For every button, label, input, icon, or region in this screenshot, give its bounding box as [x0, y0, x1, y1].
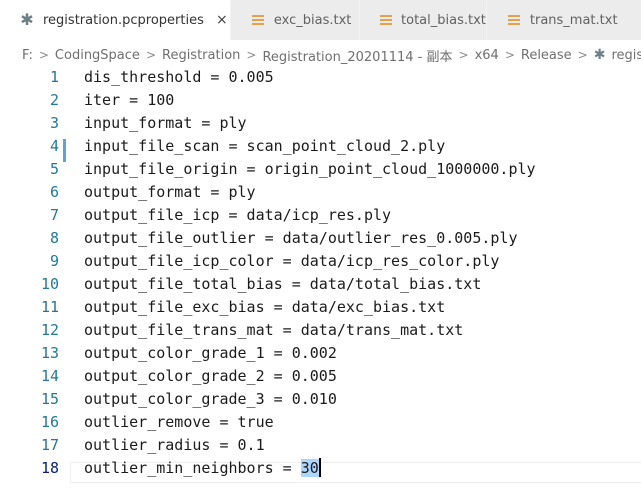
code-line[interactable]: 4 input_file_scan = scan_point_cloud_2.p… [0, 135, 641, 158]
code-line[interactable]: 1 dis_threshold = 0.005 [0, 66, 641, 89]
breadcrumb-release[interactable]: Release [521, 48, 572, 63]
chevron-right-icon: > [246, 48, 257, 62]
code-line[interactable]: 17 outlier_radius = 0.1 [0, 434, 641, 457]
chevron-right-icon: > [38, 48, 49, 62]
line-number: 9 [49, 252, 59, 270]
code-line[interactable]: 6 output_format = ply [0, 181, 641, 204]
breadcrumb-drive[interactable]: F: [22, 48, 33, 63]
tab-exc-bias[interactable]: exc_bias.txt [230, 0, 360, 40]
line-text[interactable]: input_file_origin = origin_point_cloud_1… [84, 158, 536, 181]
line-text[interactable]: outlier_radius = 0.1 [84, 434, 265, 457]
line-number: 16 [40, 413, 59, 431]
line-text[interactable]: dis_threshold = 0.005 [84, 66, 274, 89]
line-number: 6 [49, 183, 59, 201]
code-line[interactable]: 9 output_file_icp_color = data/icp_res_c… [0, 250, 641, 273]
line-text[interactable]: output_format = ply [84, 181, 256, 204]
line-text[interactable]: output_file_trans_mat = data/trans_mat.t… [84, 319, 463, 342]
close-icon[interactable]: × [214, 12, 230, 28]
selected-text[interactable]: 30 [300, 459, 319, 477]
tab-label: trans_mat.txt [529, 12, 618, 28]
code-line[interactable]: 3 input_format = ply [0, 112, 641, 135]
line-text[interactable]: input_format = ply [84, 112, 247, 135]
breadcrumb-codingspace[interactable]: CodingSpace [55, 48, 140, 63]
tab-label: registration.pcproperties [43, 12, 204, 28]
line-number: 12 [40, 321, 59, 339]
code-line[interactable]: 12 output_file_trans_mat = data/trans_ma… [0, 319, 641, 342]
line-text[interactable]: output_file_icp_color = data/icp_res_col… [84, 250, 499, 273]
code-line[interactable]: 10 output_file_total_bias = data/total_b… [0, 273, 641, 296]
line-number: 3 [49, 114, 59, 132]
text-file-icon [378, 13, 394, 27]
code-line[interactable]: 15 output_color_grade_3 = 0.010 [0, 388, 641, 411]
gear-icon: ✱ [593, 47, 606, 63]
line-text[interactable]: outlier_min_neighbors = 30 [84, 457, 321, 480]
tab-total-bias[interactable]: total_bias.txt [359, 0, 487, 40]
chevron-right-icon: > [145, 48, 156, 62]
line-text[interactable]: outlier_remove = true [84, 411, 274, 434]
code-line[interactable]: 5 input_file_origin = origin_point_cloud… [0, 158, 641, 181]
line-text[interactable]: output_file_outlier = data/outlier_res_0… [84, 227, 517, 250]
line-text[interactable]: input_file_scan = scan_point_cloud_2.ply [84, 135, 445, 158]
line-number: 15 [40, 390, 59, 408]
line-text[interactable]: output_color_grade_2 = 0.005 [84, 365, 337, 388]
line-number: 1 [49, 68, 59, 86]
code-line[interactable]: 8 output_file_outlier = data/outlier_res… [0, 227, 641, 250]
line-text[interactable]: output_color_grade_1 = 0.002 [84, 342, 337, 365]
text-cursor [318, 458, 321, 477]
line-number: 8 [49, 229, 59, 247]
code-line[interactable]: 7 output_file_icp = data/icp_res.ply [0, 204, 641, 227]
line-text[interactable]: output_file_total_bias = data/total_bias… [84, 273, 481, 296]
gear-icon: ✱ [20, 10, 34, 29]
code-line[interactable]: 11 output_file_exc_bias = data/exc_bias.… [0, 296, 641, 319]
text-file-icon [505, 13, 523, 27]
tab-label: exc_bias.txt [273, 12, 352, 28]
tab-label: total_bias.txt [401, 12, 486, 28]
chevron-right-icon: > [458, 48, 469, 62]
line-number: 13 [40, 344, 59, 362]
breadcrumb-registration-copy[interactable]: Registration_20201114 - 副本 [262, 46, 452, 65]
line-text[interactable]: output_file_icp = data/icp_res.ply [84, 204, 391, 227]
code-line[interactable]: 13 output_color_grade_1 = 0.002 [0, 342, 641, 365]
code-editor[interactable]: 1 dis_threshold = 0.005 2 iter = 100 3 i… [0, 68, 641, 495]
line-number: 11 [40, 298, 59, 316]
code-line[interactable]: 16 outlier_remove = true [0, 411, 641, 434]
code-line[interactable]: 2 iter = 100 [0, 89, 641, 112]
tab-bar: ✱ registration.pcproperties × exc_bias.t… [0, 0, 641, 40]
text-file-icon [249, 13, 267, 27]
breadcrumb-x64[interactable]: x64 [475, 48, 499, 63]
line-number: 5 [49, 160, 59, 178]
line-number: 10 [40, 275, 59, 293]
line-number: 2 [49, 91, 59, 109]
line-number: 7 [49, 206, 59, 224]
line-text[interactable]: output_color_grade_3 = 0.010 [84, 388, 337, 411]
line-text[interactable]: iter = 100 [84, 89, 174, 112]
line-number: 4 [49, 137, 59, 155]
line-text-prefix: outlier_min_neighbors = [84, 459, 301, 477]
breadcrumb-registration[interactable]: Registration [162, 48, 240, 63]
line-number: 18 [40, 459, 59, 477]
breadcrumb-file[interactable]: registration.pcproperties [611, 48, 641, 63]
tab-trans-mat[interactable]: trans_mat.txt [486, 0, 641, 40]
chevron-right-icon: > [577, 48, 588, 62]
code-line-current[interactable]: 18 outlier_min_neighbors = 30 [0, 457, 641, 480]
line-number: 14 [40, 367, 59, 385]
chevron-right-icon: > [504, 48, 515, 62]
code-line[interactable]: 14 output_color_grade_2 = 0.005 [0, 365, 641, 388]
tab-registration-pcproperties[interactable]: ✱ registration.pcproperties × [0, 0, 231, 40]
line-number: 17 [40, 436, 59, 454]
line-text[interactable]: output_file_exc_bias = data/exc_bias.txt [84, 296, 445, 319]
